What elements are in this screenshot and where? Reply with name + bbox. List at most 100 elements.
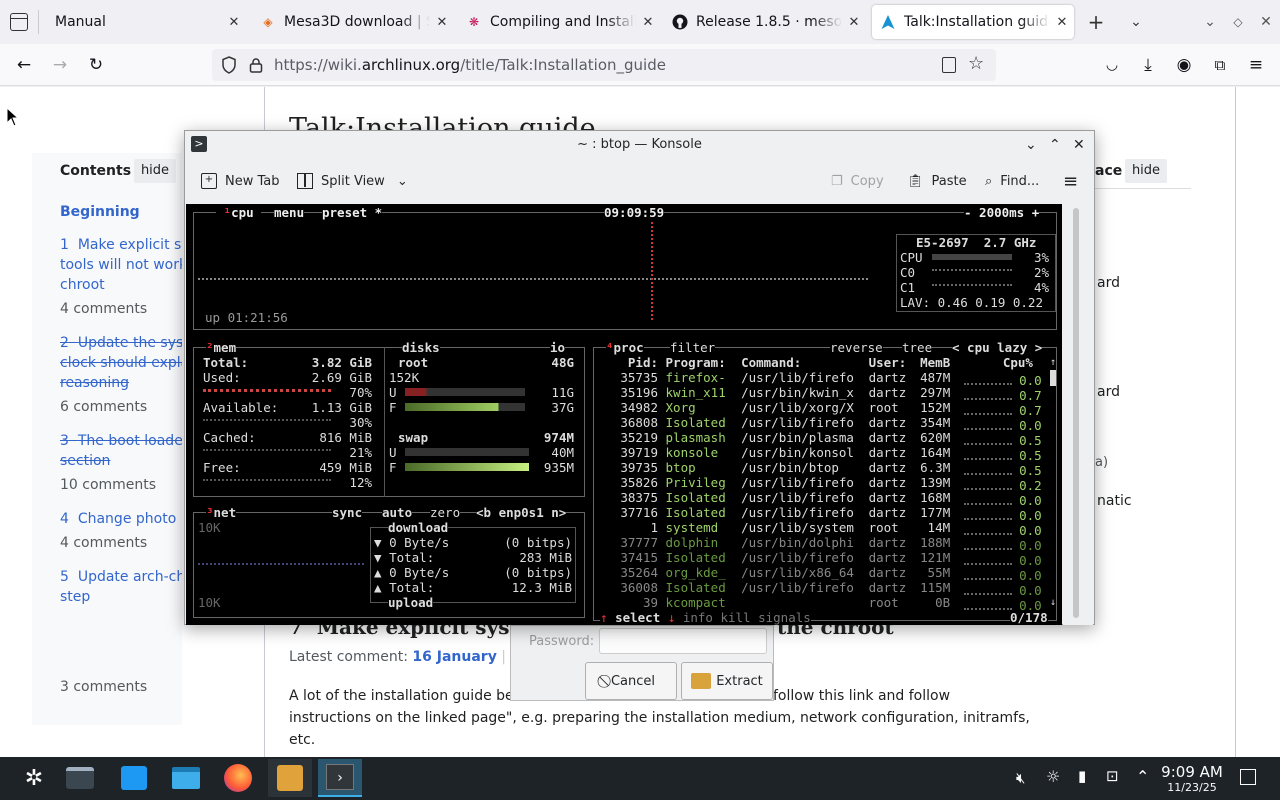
menu-tab-label[interactable]: menu — [274, 205, 305, 220]
scrollbar-thumb[interactable] — [1073, 208, 1079, 618]
hamburger-menu-icon[interactable]: ≡ — [1244, 53, 1268, 77]
dl-rate-row: ▼ 0 Byte/s — [374, 535, 450, 550]
tab-overflow-chevron-icon[interactable]: ⌄ — [1124, 10, 1148, 34]
proc-reverse-toggle[interactable]: reverse — [830, 340, 883, 355]
tab-list-icon[interactable] — [10, 13, 28, 31]
toc-item-3[interactable]: 3 The boot loader section — [60, 431, 182, 471]
proc-tree-toggle[interactable]: tree — [902, 340, 933, 355]
close-icon[interactable]: ✕ — [1050, 15, 1074, 30]
proc-memb: 55M — [927, 565, 951, 580]
toc-item-1[interactable]: 1 Make explicit sy tools will not work chr… — [60, 235, 182, 295]
firefox-icon[interactable] — [216, 759, 260, 797]
hamburger-menu-icon[interactable]: ≡ — [1063, 167, 1078, 195]
terminal-scrollbar[interactable] — [1063, 204, 1093, 625]
dolphin-files-icon[interactable] — [164, 759, 208, 797]
new-tab-plus-icon[interactable]: + — [1084, 10, 1108, 34]
account-icon[interactable]: ◉ — [1172, 53, 1196, 77]
tab-talk-installation-guide[interactable]: Talk:Installation guide - ✕ — [872, 5, 1074, 39]
reload-icon[interactable]: ↻ — [84, 53, 108, 77]
clock-date[interactable]: 11/23/25 — [1160, 781, 1224, 794]
extract-button[interactable]: Extract — [681, 662, 773, 700]
proc-info-action[interactable]: info — [683, 610, 713, 625]
ark-archiver-icon[interactable] — [268, 759, 312, 797]
cpu-tab-label[interactable]: ¹cpu — [216, 205, 262, 220]
proc-filter[interactable]: filter — [670, 340, 716, 355]
window-menu-chevron-icon[interactable]: ⌄ — [1200, 10, 1220, 34]
proc-pid: 39735 — [620, 460, 658, 475]
password-field[interactable] — [599, 628, 767, 654]
forward-arrow-icon[interactable]: → — [48, 53, 72, 77]
bookmark-star-icon[interactable]: ☆ — [968, 53, 984, 74]
toc-hide-button[interactable]: hide — [134, 159, 176, 183]
pocket-icon[interactable]: ◡ — [1100, 53, 1124, 77]
system-settings-icon[interactable] — [58, 759, 102, 797]
konsole-taskbar-icon[interactable]: › — [318, 759, 362, 797]
tab-release[interactable]: Release 1.8.5 · mesonb ✕ — [666, 5, 866, 39]
cancel-button[interactable]: ⃠Cancel — [585, 662, 677, 700]
toc-beginning-link[interactable]: Beginning — [60, 204, 140, 220]
scroll-up-arrow-icon[interactable]: ↑ — [1050, 355, 1056, 370]
show-desktop-icon[interactable] — [1240, 769, 1256, 785]
url-bar[interactable]: https://wiki.archlinux.org/title/Talk:In… — [212, 49, 996, 81]
net-sync-toggle[interactable]: sync — [332, 505, 363, 520]
mem-total-row: Total: — [203, 355, 248, 370]
extensions-icon[interactable]: ⧉ — [1208, 53, 1232, 77]
minimize-chevron-icon[interactable]: ⌄ — [1025, 131, 1037, 159]
net-auto-toggle[interactable]: auto — [382, 505, 413, 520]
terminal-btop[interactable]: ¹cpu menu preset * 09:09:59 - 2000ms + u… — [186, 204, 1062, 625]
net-interface[interactable]: <b enp0s1 n> — [476, 505, 567, 520]
close-icon[interactable]: ✕ — [1073, 131, 1085, 159]
shield-icon[interactable] — [221, 56, 237, 74]
paste-button[interactable]: 📋︎ Paste — [907, 167, 967, 195]
copy-button[interactable]: ❐ Copy — [831, 167, 884, 195]
proc-memb: 14M — [927, 520, 951, 535]
close-icon[interactable]: ✕ — [430, 15, 454, 30]
clock-time[interactable]: 9:09 AM — [1160, 763, 1224, 781]
tab-compiling[interactable]: ❋ Compiling and Installin ✕ — [460, 5, 660, 39]
volume-muted-icon[interactable]: 🔇︎ — [1016, 769, 1025, 787]
proc-sort-selector[interactable]: < cpu lazy > — [952, 340, 1043, 355]
preset-tab-label[interactable]: preset * — [322, 205, 383, 220]
io-toggle[interactable]: io — [550, 340, 566, 355]
proc-memb: 188M — [920, 535, 951, 550]
latest-comment-date-link[interactable]: 16 January — [412, 649, 496, 665]
new-tab-button[interactable]: + New Tab — [201, 167, 280, 195]
app-launcher-icon[interactable]: ✲ — [12, 759, 56, 797]
tab-manual[interactable]: Manual ✕ — [46, 5, 246, 39]
proc-signals-action[interactable]: signals — [758, 610, 811, 625]
download-icon[interactable]: ⤓ — [1136, 53, 1160, 77]
proc-kill-action[interactable]: kill — [720, 610, 750, 625]
close-icon[interactable]: ✕ — [222, 15, 246, 30]
scroll-down-arrow-icon[interactable]: ↓ — [1050, 595, 1056, 610]
brightness-icon[interactable]: ☼ — [1046, 767, 1060, 786]
toc-item-4[interactable]: 4 Change photo li — [60, 509, 182, 529]
network-icon[interactable]: ⊡ — [1106, 767, 1119, 785]
window-close-icon[interactable]: ✕ — [1256, 10, 1276, 34]
window-float-icon[interactable]: ◇ — [1228, 10, 1248, 34]
net-zero-toggle[interactable]: zero — [430, 505, 461, 520]
browser-tab-bar: Manual ✕ ◈ Mesa3D download | So ✕ ❋ Comp… — [0, 0, 1280, 44]
update-interval[interactable]: - 2000ms + — [964, 205, 1040, 220]
discover-store-icon[interactable] — [112, 759, 156, 797]
close-icon[interactable]: ✕ — [636, 15, 660, 30]
close-icon[interactable]: ✕ — [842, 15, 866, 30]
back-arrow-icon[interactable]: ← — [12, 53, 36, 77]
tray-expand-chevron-icon[interactable]: ⌃ — [1136, 767, 1149, 786]
konsole-titlebar[interactable]: > ~ : btop — Konsole ⌄ ⌃ ✕ — [185, 131, 1094, 159]
maximize-chevron-icon[interactable]: ⌃ — [1049, 131, 1061, 159]
proc-program: Isolated — [665, 505, 726, 520]
reader-view-icon[interactable] — [942, 57, 956, 73]
mem-label: Available: — [203, 400, 279, 415]
terminal-app-icon: > — [191, 136, 207, 152]
tab-mesa[interactable]: ◈ Mesa3D download | So ✕ — [252, 5, 454, 39]
lock-icon[interactable] — [249, 57, 263, 73]
proc-select-action[interactable]: select — [615, 610, 660, 625]
mem-pct: 21% — [349, 445, 372, 460]
find-button[interactable]: ⌕ Find... — [985, 167, 1039, 195]
split-view-button[interactable]: Split View ⌄ — [297, 167, 408, 195]
clipboard-icon[interactable]: ▮ — [1078, 767, 1086, 785]
toc-item-2[interactable]: 2 Update the syst clock should explai reas… — [60, 333, 182, 393]
right-panel-hide-button[interactable]: hide — [1125, 159, 1167, 183]
toc-item-5[interactable]: 5 Update arch-chr step — [60, 567, 182, 607]
proc-scrollbar[interactable] — [1050, 370, 1056, 386]
